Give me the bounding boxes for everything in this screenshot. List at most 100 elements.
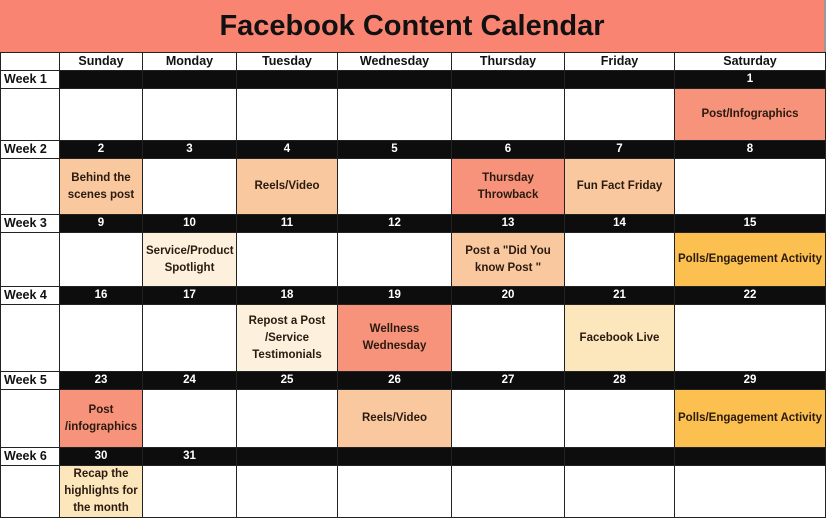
week-label: Week 5 [0,371,60,390]
empty-cell[interactable] [337,232,452,287]
week-date-row: Week 4 16 17 18 19 20 21 22 [0,286,826,305]
content-cell[interactable]: Polls/Engagement Activity [674,232,826,287]
empty-cell[interactable] [236,88,338,141]
content-cell[interactable]: Behind the scenes post [59,158,143,215]
content-cell[interactable]: Service/Product Spotlight [142,232,237,287]
empty-cell[interactable] [564,232,675,287]
date-number-thursday: 20 [451,286,565,305]
week-date-row: Week 3 9 10 11 12 13 14 15 [0,214,826,233]
week-date-row: Week 22345678 [0,140,826,159]
empty-cell[interactable] [142,389,237,448]
date-number-saturday: 15 [674,214,826,233]
content-cell[interactable]: Polls/Engagement Activity [674,389,826,448]
date-number-saturday: 22 [674,286,826,305]
content-cell[interactable]: Post a "Did You know Post " [451,232,565,287]
empty-cell[interactable] [564,389,675,448]
date-number-monday: 24 [142,371,237,390]
calendar-title: Facebook Content Calendar [0,0,826,52]
week-label-spacer [0,389,60,448]
content-cell[interactable]: Fun Fact Friday [564,158,675,215]
week-label-spacer [0,465,60,518]
date-number-thursday: 27 [451,371,565,390]
day-header-saturday: Saturday [674,52,826,71]
date-number-wednesday: 5 [337,140,452,159]
date-number-wednesday: 12 [337,214,452,233]
date-number-saturday: 29 [674,371,826,390]
calendar-grid: Sunday Monday Tuesday Wednesday Thursday… [0,52,826,518]
date-number-tuesday: 25 [236,371,338,390]
week-content-row: Recap the highlights for the month [0,465,826,518]
content-cell[interactable]: Repost a Post /Service Testimonials [236,304,338,372]
empty-cell[interactable] [142,88,237,141]
week-label: Week 6 [0,447,60,466]
empty-cell[interactable] [59,304,143,372]
empty-cell[interactable] [236,389,338,448]
date-number-thursday: 6 [451,140,565,159]
date-number-sunday: 9 [59,214,143,233]
empty-cell[interactable] [674,465,826,518]
week-content-row: Repost a Post /Service Testimonials Welln… [0,304,826,372]
week-label-spacer [0,158,60,215]
date-number-monday: 31 [142,447,237,466]
content-cell[interactable]: Recap the highlights for the month [59,465,143,518]
content-cell[interactable]: Reels/Video [236,158,338,215]
day-header-thursday: Thursday [451,52,565,71]
week-content-row: Post /infographics Reels/Video Polls/Engag… [0,389,826,448]
date-number-sunday: 16 [59,286,143,305]
week-label-spacer [0,88,60,141]
date-number-tuesday: 18 [236,286,338,305]
empty-cell[interactable] [337,158,452,215]
content-cell[interactable]: Wellness Wednesday [337,304,452,372]
date-number-friday: 21 [564,286,675,305]
empty-cell[interactable] [59,232,143,287]
empty-cell[interactable] [451,88,565,141]
empty-cell[interactable] [674,304,826,372]
week-label: Week 1 [0,70,60,89]
empty-cell[interactable] [142,465,237,518]
date-number-tuesday [236,447,338,466]
empty-cell[interactable] [451,465,565,518]
week-label-spacer [0,304,60,372]
empty-cell[interactable] [564,465,675,518]
empty-cell[interactable] [451,389,565,448]
empty-cell[interactable] [674,158,826,215]
empty-cell[interactable] [236,465,338,518]
corner-cell [0,52,60,71]
date-number-thursday [451,70,565,89]
week-content-row: Service/Product Spotlight Post a "Did You… [0,232,826,287]
content-cell[interactable]: Facebook Live [564,304,675,372]
date-number-sunday: 30 [59,447,143,466]
week-date-row: Week 6 30 31 [0,447,826,466]
week-date-row: Week 5 23 24 25 26 27 28 29 [0,371,826,390]
empty-cell[interactable] [564,88,675,141]
day-header-monday: Monday [142,52,237,71]
empty-cell[interactable] [337,465,452,518]
date-number-tuesday: 4 [236,140,338,159]
date-number-tuesday [236,70,338,89]
empty-cell[interactable] [451,304,565,372]
date-number-thursday [451,447,565,466]
content-cell[interactable]: Post/Infographics [674,88,826,141]
week-label: Week 2 [0,140,60,159]
day-header-row: Sunday Monday Tuesday Wednesday Thursday… [0,52,826,71]
date-number-tuesday: 11 [236,214,338,233]
week-label-spacer [0,232,60,287]
week-content-row: Post/Infographics [0,88,826,141]
empty-cell[interactable] [59,88,143,141]
date-number-wednesday: 19 [337,286,452,305]
week-date-row: Week 1 1 [0,70,826,89]
content-cell[interactable]: Thursday Throwback [451,158,565,215]
date-number-friday: 14 [564,214,675,233]
day-header-friday: Friday [564,52,675,71]
date-number-friday [564,447,675,466]
date-number-friday: 7 [564,140,675,159]
empty-cell[interactable] [236,232,338,287]
date-number-friday [564,70,675,89]
empty-cell[interactable] [142,304,237,372]
empty-cell[interactable] [142,158,237,215]
content-cell[interactable]: Reels/Video [337,389,452,448]
date-number-monday [142,70,237,89]
empty-cell[interactable] [337,88,452,141]
date-number-thursday: 13 [451,214,565,233]
content-cell[interactable]: Post /infographics [59,389,143,448]
